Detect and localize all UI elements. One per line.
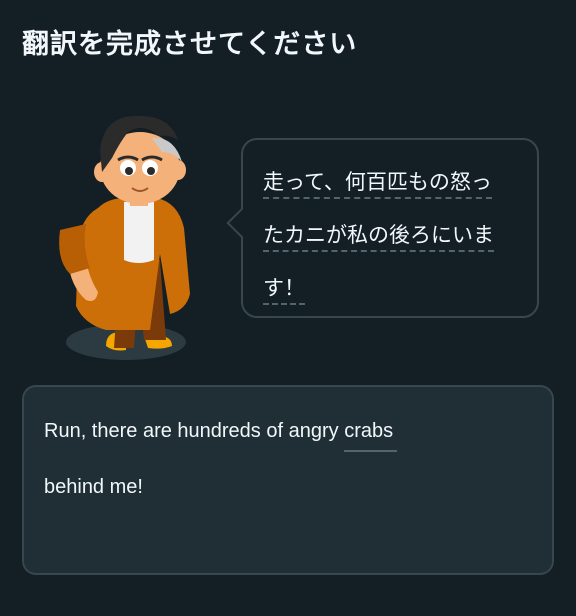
answer-prefix-text: Run, there are hundreds of angry	[44, 420, 345, 442]
character-illustration	[59, 115, 190, 360]
prompt-token[interactable]: 走って、何百匹もの怒っ	[263, 170, 492, 199]
speech-bubble-tail	[226, 207, 258, 239]
prompt-token[interactable]: たカニが私の後ろにいま	[263, 223, 494, 252]
prompt-line: たカニが私の後ろにいま	[263, 209, 525, 262]
page-title: 翻訳を完成させてください	[22, 29, 358, 60]
character-avatar	[48, 110, 198, 372]
prompt-token[interactable]: す！	[263, 276, 305, 305]
prompt-sentence: 走って、何百匹もの怒っ たカニが私の後ろにいま す！	[263, 156, 525, 315]
prompt-line: 走って、何百匹もの怒っ	[263, 156, 525, 209]
answer-blank-filled[interactable]: crabs	[344, 416, 398, 452]
answer-suffix-text: behind me!	[44, 476, 143, 498]
answer-box[interactable]: Run, there are hundreds of angry crabs b…	[22, 385, 554, 575]
speech-bubble: 走って、何百匹もの怒っ たカニが私の後ろにいま す！	[226, 138, 539, 318]
answer-sentence: Run, there are hundreds of angry crabs b…	[44, 403, 534, 515]
prompt-line: す！	[263, 262, 525, 315]
